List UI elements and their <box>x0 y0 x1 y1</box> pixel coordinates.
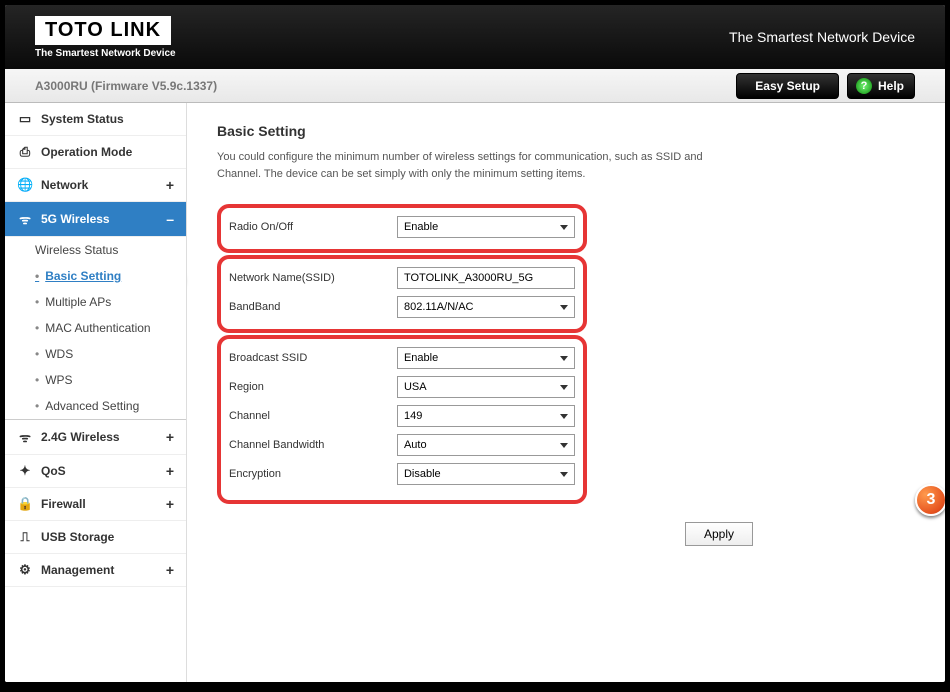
sidebar-sub-multiple-aps[interactable]: Multiple APs <box>5 289 186 315</box>
bandwidth-select[interactable]: Auto <box>397 434 575 456</box>
annotation-badge-3: 3 <box>915 484 945 516</box>
sidebar-item-5g-wireless[interactable]: ᯤ 5G Wireless – <box>5 202 186 237</box>
sidebar-item-qos[interactable]: ✦ QoS + <box>5 455 186 488</box>
sidebar-label: QoS <box>41 464 66 478</box>
easy-setup-button[interactable]: Easy Setup <box>736 73 839 99</box>
sidebar-item-system-status[interactable]: ▭ System Status <box>5 103 186 136</box>
sidebar-sub-basic-setting[interactable]: Basic Setting <box>5 263 186 289</box>
sidebar-sub-wds[interactable]: WDS <box>5 341 186 367</box>
sidebar-sub-wps[interactable]: WPS <box>5 367 186 393</box>
sidebar-sub-advanced[interactable]: Advanced Setting <box>5 393 186 419</box>
ssid-input[interactable] <box>397 267 575 289</box>
band-select[interactable]: 802.11A/N/AC <box>397 296 575 318</box>
globe-icon: 🌐 <box>17 177 33 193</box>
chevron-down-icon <box>560 414 568 419</box>
broadcast-select[interactable]: Enable <box>397 347 575 369</box>
page-title: Basic Setting <box>217 123 915 139</box>
channel-label: Channel <box>229 410 397 422</box>
sidebar-label: System Status <box>41 112 124 126</box>
sidebar-label: Operation Mode <box>41 145 132 159</box>
logo-block: TOTO LINK The Smartest Network Device <box>35 16 176 59</box>
sidebar-label: 5G Wireless <box>41 212 110 226</box>
sidebar-item-24g-wireless[interactable]: ᯤ 2.4G Wireless + <box>5 419 186 455</box>
expand-icon: + <box>166 496 174 512</box>
channel-select[interactable]: 149 <box>397 405 575 427</box>
sidebar-item-management[interactable]: ⚙ Management + <box>5 554 186 587</box>
content-area: Basic Setting You could configure the mi… <box>187 103 945 682</box>
help-label: Help <box>878 79 904 93</box>
expand-icon: + <box>166 562 174 578</box>
chevron-down-icon <box>560 443 568 448</box>
chevron-down-icon <box>560 385 568 390</box>
expand-icon: + <box>166 429 174 445</box>
sidebar-sub-wireless-status[interactable]: Wireless Status <box>5 237 186 263</box>
encryption-select[interactable]: Disable <box>397 463 575 485</box>
help-icon: ? <box>856 78 872 94</box>
region-label: Region <box>229 381 397 393</box>
sidebar: ▭ System Status ⎙ Operation Mode 🌐 Netwo… <box>5 103 187 682</box>
expand-icon: + <box>166 463 174 479</box>
region-select[interactable]: USA <box>397 376 575 398</box>
annotation-box-1: Radio On/Off Enable <box>217 204 587 253</box>
logo: TOTO LINK <box>35 16 171 45</box>
sidebar-item-usb[interactable]: ⎍ USB Storage <box>5 521 186 554</box>
annotation-box-3: Broadcast SSID Enable Region USA <box>217 335 587 504</box>
ssid-label: Network Name(SSID) <box>229 272 397 284</box>
sidebar-item-operation-mode[interactable]: ⎙ Operation Mode <box>5 136 186 169</box>
gear-icon: ⚙ <box>17 562 33 578</box>
chevron-down-icon <box>560 472 568 477</box>
sidebar-sub-mac-auth[interactable]: MAC Authentication <box>5 315 186 341</box>
chevron-down-icon <box>560 356 568 361</box>
sidebar-label: Management <box>41 563 114 577</box>
broadcast-label: Broadcast SSID <box>229 352 397 364</box>
help-button[interactable]: ? Help <box>847 73 915 99</box>
annotation-box-2: Network Name(SSID) BandBand 802.11A/N/AC <box>217 255 587 333</box>
sidebar-label: USB Storage <box>41 530 114 544</box>
page-description: You could configure the minimum number o… <box>217 149 737 182</box>
usb-icon: ⎍ <box>17 529 33 545</box>
mode-icon: ⎙ <box>17 144 33 160</box>
sidebar-item-firewall[interactable]: 🔒 Firewall + <box>5 488 186 521</box>
encryption-label: Encryption <box>229 468 397 480</box>
bandwidth-label: Channel Bandwidth <box>229 439 397 451</box>
expand-icon: + <box>166 177 174 193</box>
wifi-icon: ᯤ <box>17 210 33 228</box>
chevron-down-icon <box>560 225 568 230</box>
radio-label: Radio On/Off <box>229 221 397 233</box>
sidebar-label: 2.4G Wireless <box>41 430 120 444</box>
radio-select[interactable]: Enable <box>397 216 575 238</box>
sidebar-label: Firewall <box>41 497 86 511</box>
header: TOTO LINK The Smartest Network Device Th… <box>5 5 945 69</box>
lock-icon: 🔒 <box>17 496 33 512</box>
firmware-label: A3000RU (Firmware V5.9c.1337) <box>35 79 217 93</box>
collapse-icon: – <box>166 211 174 227</box>
wifi-icon: ᯤ <box>17 428 33 446</box>
band-label: BandBand <box>229 301 397 313</box>
sidebar-item-network[interactable]: 🌐 Network + <box>5 169 186 202</box>
header-slogan: The Smartest Network Device <box>729 29 915 45</box>
chevron-down-icon <box>560 305 568 310</box>
apply-button[interactable]: Apply <box>685 522 753 546</box>
info-bar: A3000RU (Firmware V5.9c.1337) Easy Setup… <box>5 69 945 103</box>
status-icon: ▭ <box>17 111 33 127</box>
qos-icon: ✦ <box>17 463 33 479</box>
logo-tagline: The Smartest Network Device <box>35 48 176 59</box>
sidebar-label: Network <box>41 178 88 192</box>
